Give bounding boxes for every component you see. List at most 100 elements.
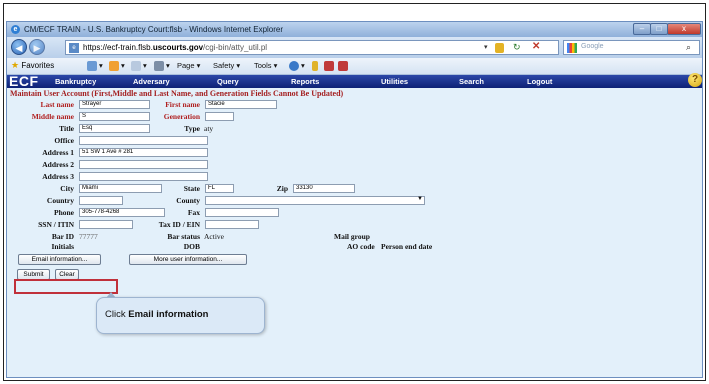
url-path: /cgi-bin/atty_util.pl: [203, 43, 268, 52]
first-name-field[interactable]: Stacie: [205, 100, 277, 109]
email-information-button[interactable]: Email information...: [18, 254, 101, 265]
zip-label: Zip: [276, 184, 288, 193]
generation-label: Generation: [163, 112, 200, 121]
type-value: aty: [204, 124, 214, 133]
county-select[interactable]: [205, 196, 425, 205]
search-icon[interactable]: ⌕: [686, 42, 691, 53]
ssn-label: SSN / ITIN: [38, 220, 74, 229]
command-bar: ★ Favorites ▾ ▾ ▾ ▾ Page ▾ Safety ▾ Tool…: [7, 58, 702, 75]
callout-emphasis: Email information: [128, 309, 209, 320]
mail-icon[interactable]: [131, 61, 141, 71]
menu-adversary[interactable]: Adversary: [133, 77, 170, 86]
print-icon[interactable]: [154, 61, 164, 71]
menu-search[interactable]: Search: [459, 77, 484, 86]
feeds-icon[interactable]: [109, 61, 119, 71]
acrobat-select-icon[interactable]: [338, 61, 348, 71]
city-field[interactable]: Miami: [79, 184, 162, 193]
url-dropdown-icon[interactable]: ▾: [484, 43, 488, 51]
menu-logout[interactable]: Logout: [527, 77, 552, 86]
page-icon: e: [69, 43, 79, 53]
help-icon[interactable]: ?: [688, 73, 702, 87]
stop-icon[interactable]: ✕: [532, 41, 540, 52]
menu-utilities[interactable]: Utilities: [381, 77, 408, 86]
help-menu-icon[interactable]: [289, 61, 299, 71]
favorites-button[interactable]: ★ Favorites: [11, 60, 54, 73]
tax-id-field[interactable]: [205, 220, 259, 229]
bar-status-value: Active: [204, 232, 224, 241]
county-label: County: [176, 196, 200, 205]
maximize-button[interactable]: □: [650, 23, 668, 35]
address2-field[interactable]: [79, 160, 208, 169]
callout-prefix: Click: [105, 309, 126, 320]
callout-text: Click Email information: [105, 309, 208, 320]
county-dropdown-icon[interactable]: ▼: [417, 196, 423, 202]
print-dropdown-icon[interactable]: ▾: [166, 61, 170, 70]
mail-dropdown-icon[interactable]: ▾: [143, 61, 147, 70]
office-field[interactable]: [79, 136, 208, 145]
page-content: Maintain User Account (First,Middle and …: [7, 88, 702, 377]
screenshot-frame: e CM/ECF TRAIN - U.S. Bankruptcy Court:f…: [3, 3, 706, 381]
country-field[interactable]: [79, 196, 123, 205]
last-name-field[interactable]: Strayer: [79, 100, 150, 109]
address3-label: Address 3: [42, 172, 74, 181]
research-icon[interactable]: [312, 61, 318, 71]
initials-label: Initials: [51, 242, 74, 251]
email-info-highlight-box: [14, 279, 118, 294]
tools-menu[interactable]: Tools ▾: [254, 61, 277, 70]
safety-menu[interactable]: Safety ▾: [213, 61, 240, 70]
acrobat-icon[interactable]: [324, 61, 334, 71]
url-field[interactable]: e https://ecf-train.flsb.uscourts.gov/cg…: [65, 40, 559, 55]
mail-group-label: Mail group: [334, 232, 370, 241]
generation-field[interactable]: [205, 112, 234, 121]
state-field[interactable]: FL: [205, 184, 234, 193]
ie-icon: e: [11, 25, 20, 34]
minimize-button[interactable]: –: [633, 23, 651, 35]
fax-label: Fax: [187, 208, 200, 217]
title-field[interactable]: Esq: [79, 124, 150, 133]
page-menu[interactable]: Page ▾: [177, 61, 200, 70]
address3-field[interactable]: [79, 172, 208, 181]
city-label: City: [60, 184, 74, 193]
more-user-information-button[interactable]: More user information...: [129, 254, 247, 265]
url-prefix: https://ecf-train.flsb.: [83, 43, 153, 52]
type-label: Type: [184, 124, 200, 133]
dob-label: DOB: [183, 242, 200, 251]
bar-status-label: Bar status: [167, 232, 200, 241]
search-placeholder: Google: [581, 43, 604, 50]
search-field[interactable]: Google ⌕: [563, 40, 700, 55]
close-button[interactable]: x: [667, 23, 701, 35]
instruction-callout: Click Email information: [96, 297, 265, 334]
title-bar: e CM/ECF TRAIN - U.S. Bankruptcy Court:f…: [7, 22, 702, 37]
forward-button[interactable]: ▶: [29, 39, 45, 55]
zip-field[interactable]: 33130: [293, 184, 355, 193]
person-end-date-label: Person end date: [381, 242, 433, 251]
window-title: CM/ECF TRAIN - U.S. Bankruptcy Court:fls…: [24, 25, 284, 34]
help-dropdown-icon[interactable]: ▾: [301, 61, 305, 70]
back-button[interactable]: ◀: [11, 39, 27, 55]
ecf-logo[interactable]: ECF: [9, 74, 39, 88]
phone-field[interactable]: 305-778-4268: [79, 208, 165, 217]
menu-reports[interactable]: Reports: [291, 77, 319, 86]
home-icon[interactable]: [87, 61, 97, 71]
middle-name-field[interactable]: S: [79, 112, 150, 121]
bar-id-label: Bar ID: [51, 232, 74, 241]
address1-field[interactable]: 51 SW 1 Ave # 281: [79, 148, 208, 157]
feeds-dropdown-icon[interactable]: ▾: [121, 61, 125, 70]
phone-label: Phone: [53, 208, 74, 217]
menu-query[interactable]: Query: [217, 77, 239, 86]
star-icon: ★: [11, 60, 20, 70]
google-icon: [567, 43, 577, 53]
last-name-label: Last name: [40, 100, 74, 109]
address1-label: Address 1: [42, 148, 74, 157]
ao-code-label: AO code: [347, 242, 375, 251]
middle-name-label: Middle name: [31, 112, 74, 121]
home-dropdown-icon[interactable]: ▾: [99, 61, 103, 70]
refresh-icon[interactable]: ↻: [513, 42, 521, 53]
menu-bankruptcy[interactable]: Bankruptcy: [55, 77, 96, 86]
ecf-menu-bar: ECF Bankruptcy Adversary Query Reports U…: [7, 73, 702, 88]
lock-icon[interactable]: [495, 43, 504, 53]
state-label: State: [183, 184, 200, 193]
ssn-field[interactable]: [79, 220, 133, 229]
first-name-label: First name: [165, 100, 200, 109]
fax-field[interactable]: [205, 208, 279, 217]
